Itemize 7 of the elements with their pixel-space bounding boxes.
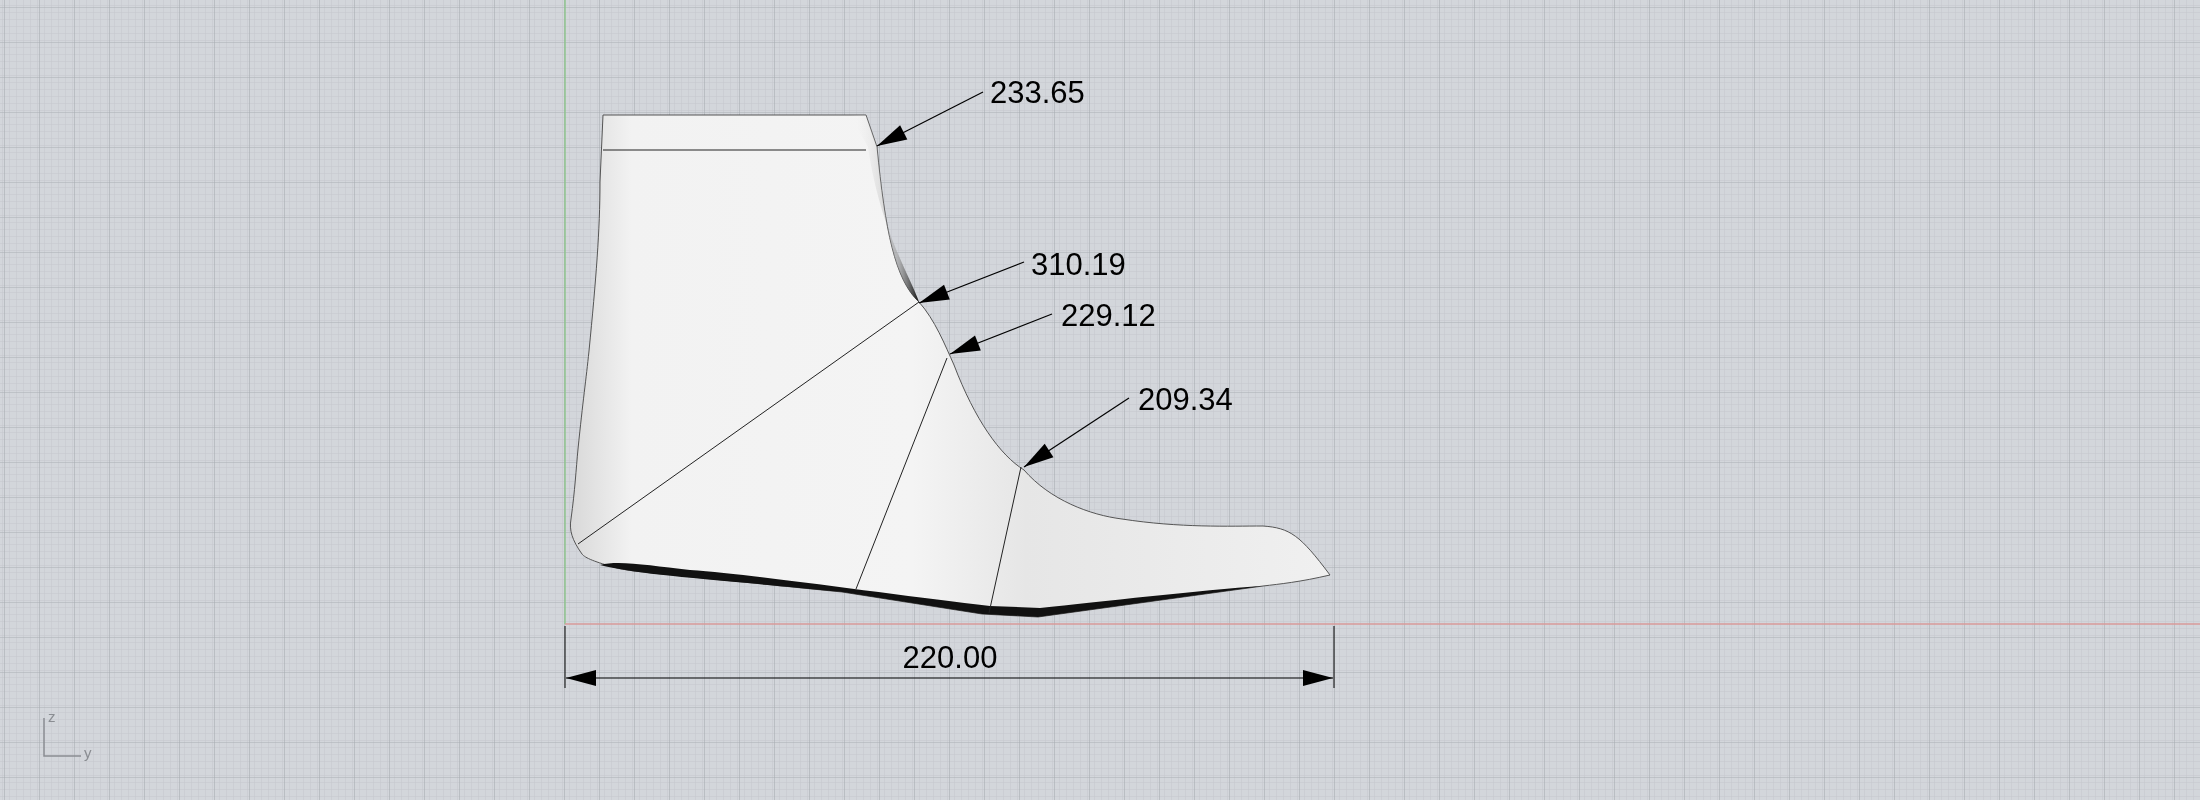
dimension-label: 220.00 bbox=[902, 640, 998, 675]
axis-label: y bbox=[84, 744, 92, 761]
dimension-label: 209.34 bbox=[1138, 382, 1233, 417]
axis-label: z bbox=[48, 708, 56, 725]
dimension-label: 310.19 bbox=[1031, 247, 1126, 282]
dimension-label: 233.65 bbox=[990, 75, 1085, 110]
dimension-label: 229.12 bbox=[1061, 298, 1156, 333]
